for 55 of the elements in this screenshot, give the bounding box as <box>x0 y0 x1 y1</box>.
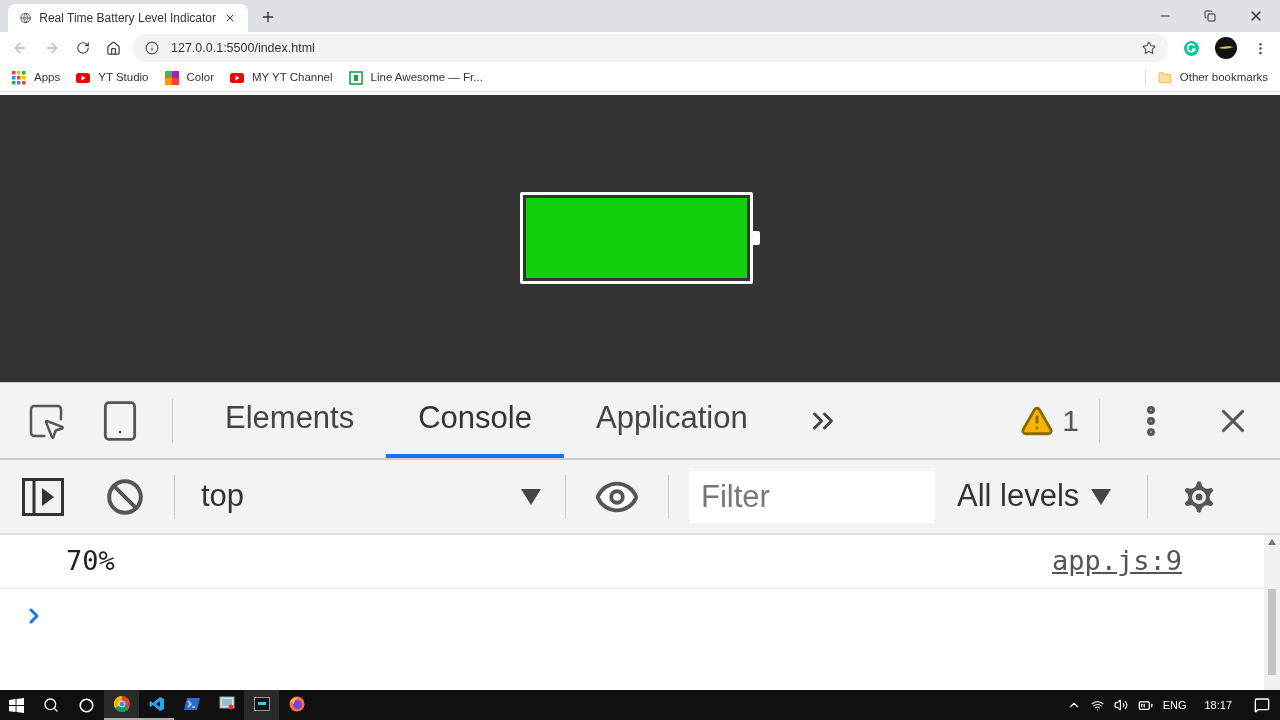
color-squares-icon <box>164 70 179 85</box>
clear-console-icon[interactable] <box>106 477 144 516</box>
source-link[interactable]: app.js:9 <box>1051 541 1182 582</box>
play-logo-icon <box>76 72 91 83</box>
apps-grid-icon <box>12 70 26 85</box>
log-levels-select[interactable]: All levels <box>957 473 1112 520</box>
language-indicator[interactable]: ENG <box>1162 696 1187 714</box>
volume-icon[interactable] <box>1113 698 1128 712</box>
scrollbar-thumb[interactable] <box>1268 589 1276 675</box>
url-text: 127.0.0.1:5500/index.html <box>171 39 315 57</box>
scroll-up-arrow-icon[interactable] <box>1268 539 1276 545</box>
devtools-tab[interactable]: Elements <box>193 383 387 458</box>
start-icon[interactable] <box>9 697 24 713</box>
dropdown-arrow-icon <box>1091 488 1112 505</box>
sidebar-toggle-icon[interactable] <box>22 477 64 516</box>
code-editor-icon[interactable] <box>148 696 165 712</box>
chrome-icon[interactable] <box>113 696 130 712</box>
reload-icon[interactable] <box>76 41 90 55</box>
task-view-icon[interactable] <box>79 697 94 713</box>
square-logo-icon <box>348 70 363 85</box>
bookmark-item[interactable]: Line Awesome — Fr... <box>348 68 483 87</box>
address-bar[interactable]: 127.0.0.1:5500/index.html <box>133 34 1168 62</box>
restore-icon[interactable] <box>1204 10 1216 22</box>
context-select[interactable]: top <box>175 473 565 520</box>
warning-count[interactable]: 1 <box>1020 398 1079 443</box>
console-window-icon[interactable] <box>253 696 270 712</box>
bookmark-item[interactable]: Apps <box>12 68 61 87</box>
log-message: 70% <box>66 544 115 579</box>
filter-field[interactable]: Filter <box>689 470 935 523</box>
new-tab-icon[interactable] <box>260 9 276 25</box>
bookmark-star-icon[interactable] <box>1142 41 1156 55</box>
browser-tab[interactable]: Real Time Battery Level Indicator <box>8 4 248 32</box>
tab-title: Real Time Battery Level Indicator <box>39 10 216 27</box>
other-bookmarks[interactable]: Other bookmarks <box>1179 68 1268 87</box>
notifications-icon[interactable] <box>1254 697 1270 713</box>
home-icon[interactable] <box>106 40 121 56</box>
remote-desktop-icon[interactable] <box>218 696 235 712</box>
profile-avatar-icon[interactable] <box>1215 37 1237 59</box>
bookmark-item[interactable]: Color <box>164 68 214 87</box>
clock[interactable]: 18:17 <box>1204 696 1232 714</box>
bookmark-item[interactable]: MY YT Channel <box>230 68 333 87</box>
bookmark-item[interactable]: YT Studio <box>76 68 149 87</box>
taskbar-button[interactable] <box>104 690 139 720</box>
info-icon <box>145 41 159 55</box>
globe-icon <box>20 11 32 25</box>
close-tab-icon[interactable] <box>224 12 236 24</box>
terminal-prompt-icon[interactable] <box>183 697 200 711</box>
search-icon[interactable] <box>43 697 59 713</box>
folder-icon <box>1157 70 1172 85</box>
wifi-icon[interactable] <box>1090 698 1104 712</box>
play-logo-icon <box>230 72 244 83</box>
dropdown-arrow-icon <box>521 488 541 505</box>
firefox-icon[interactable] <box>288 696 305 712</box>
devtools-tab[interactable]: Application <box>564 383 780 458</box>
taskbar-button[interactable] <box>244 690 279 720</box>
